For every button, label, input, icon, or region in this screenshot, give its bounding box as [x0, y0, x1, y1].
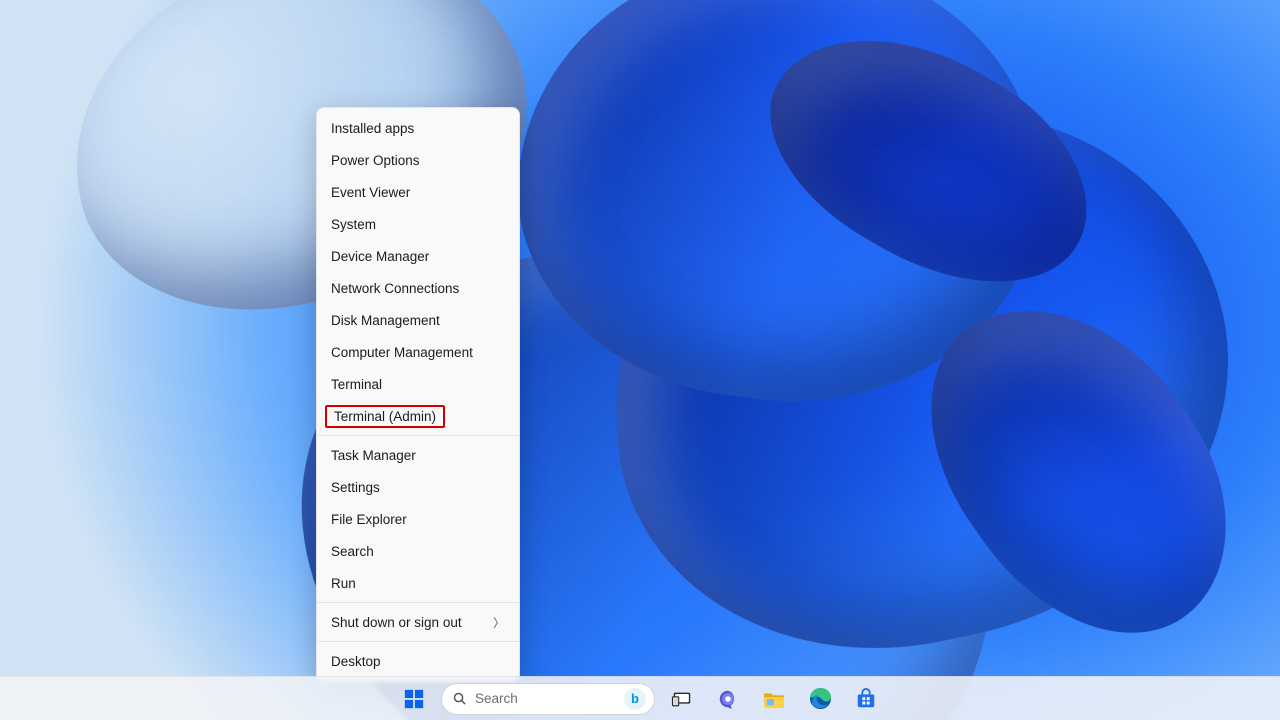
file-explorer-button[interactable]	[755, 680, 793, 718]
task-view-icon	[671, 688, 693, 710]
menu-item-run[interactable]: Run	[317, 567, 519, 599]
menu-item-event-viewer[interactable]: Event Viewer	[317, 176, 519, 208]
menu-item-label: Task Manager	[331, 448, 416, 463]
menu-item-terminal-admin[interactable]: Terminal (Admin)	[317, 400, 519, 432]
microsoft-store-button[interactable]	[847, 680, 885, 718]
menu-item-label: Power Options	[331, 153, 420, 168]
menu-item-label: Terminal	[331, 377, 382, 392]
search-placeholder: Search	[475, 691, 616, 706]
chat-icon	[717, 688, 739, 710]
menu-item-network-connections[interactable]: Network Connections	[317, 272, 519, 304]
folder-icon	[762, 688, 786, 710]
menu-item-label: Computer Management	[331, 345, 473, 360]
store-icon	[855, 688, 877, 710]
chat-button[interactable]	[709, 680, 747, 718]
menu-item-label: Settings	[331, 480, 380, 495]
task-view-button[interactable]	[663, 680, 701, 718]
start-button[interactable]	[395, 680, 433, 718]
menu-item-shutdown-signout[interactable]: Shut down or sign out 〉	[317, 606, 519, 638]
windows-logo-icon	[403, 688, 425, 710]
taskbar: Search b	[0, 676, 1280, 720]
search-icon	[452, 691, 467, 706]
menu-item-system[interactable]: System	[317, 208, 519, 240]
menu-item-installed-apps[interactable]: Installed apps	[317, 112, 519, 144]
menu-item-label: Device Manager	[331, 249, 429, 264]
winx-context-menu: Installed apps Power Options Event Viewe…	[316, 107, 520, 682]
menu-item-file-explorer[interactable]: File Explorer	[317, 503, 519, 535]
menu-item-device-manager[interactable]: Device Manager	[317, 240, 519, 272]
menu-separator	[317, 602, 519, 603]
menu-item-computer-management[interactable]: Computer Management	[317, 336, 519, 368]
menu-item-label: File Explorer	[331, 512, 407, 527]
menu-item-label: Desktop	[331, 654, 381, 669]
menu-item-terminal[interactable]: Terminal	[317, 368, 519, 400]
menu-item-task-manager[interactable]: Task Manager	[317, 439, 519, 471]
chevron-right-icon: 〉	[493, 614, 505, 631]
menu-item-label: Search	[331, 544, 374, 559]
menu-item-label: Shut down or sign out	[331, 615, 462, 630]
menu-separator	[317, 641, 519, 642]
edge-icon	[809, 687, 832, 710]
menu-separator	[317, 435, 519, 436]
bing-icon: b	[624, 688, 646, 710]
menu-item-disk-management[interactable]: Disk Management	[317, 304, 519, 336]
menu-item-settings[interactable]: Settings	[317, 471, 519, 503]
menu-item-label: Run	[331, 576, 356, 591]
menu-item-label: System	[331, 217, 376, 232]
menu-item-search[interactable]: Search	[317, 535, 519, 567]
menu-item-label: Terminal (Admin)	[325, 405, 445, 428]
edge-button[interactable]	[801, 680, 839, 718]
menu-item-label: Event Viewer	[331, 185, 410, 200]
menu-item-label: Installed apps	[331, 121, 414, 136]
menu-item-power-options[interactable]: Power Options	[317, 144, 519, 176]
taskbar-search[interactable]: Search b	[441, 683, 655, 715]
menu-item-label: Network Connections	[331, 281, 459, 296]
menu-item-label: Disk Management	[331, 313, 440, 328]
menu-item-desktop[interactable]: Desktop	[317, 645, 519, 677]
